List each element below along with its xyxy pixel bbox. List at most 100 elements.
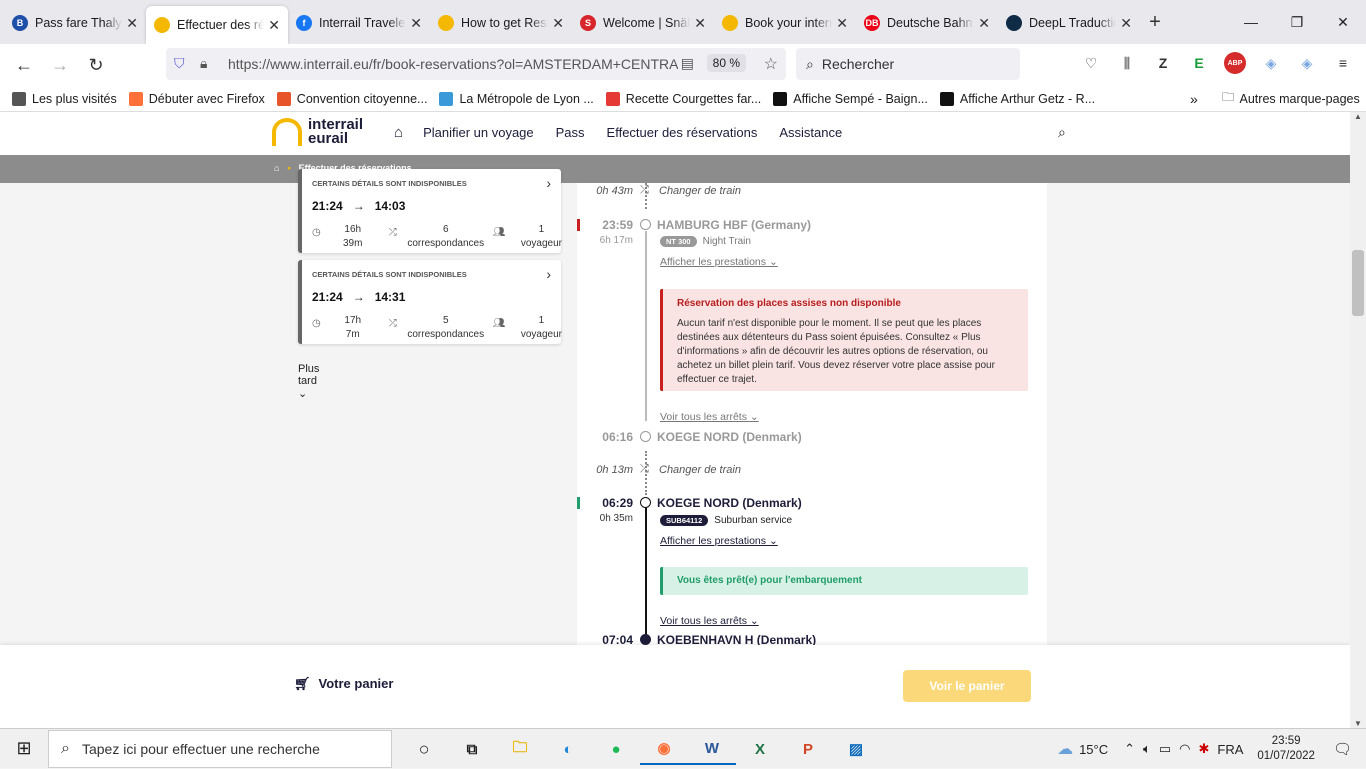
- tab-close-icon[interactable]: ✕: [836, 15, 848, 32]
- bookmark-item[interactable]: Affiche Arthur Getz - R...: [939, 91, 1095, 106]
- scroll-down-icon[interactable]: ▼: [1350, 719, 1366, 728]
- photos-icon[interactable]: ▨: [832, 733, 880, 765]
- browser-tab[interactable]: DB Deutsche Bahn: I ✕: [856, 5, 998, 41]
- bookmark-item[interactable]: La Métropole de Lyon ...: [439, 91, 594, 106]
- scroll-up-icon[interactable]: ▲: [1350, 112, 1366, 121]
- tab-close-icon[interactable]: ✕: [978, 15, 990, 32]
- spotify-icon[interactable]: ●: [592, 733, 640, 765]
- reader-view-icon[interactable]: ▤: [681, 55, 694, 72]
- back-icon[interactable]: ←: [6, 55, 42, 76]
- browser-tab[interactable]: f Interrail Travelers ✕: [288, 5, 430, 41]
- zotero-icon[interactable]: Z: [1152, 52, 1174, 74]
- browser-tab[interactable]: S Welcome | Snälltå✕: [572, 5, 714, 41]
- chevron-up-icon[interactable]: ⌃: [1124, 741, 1135, 757]
- minimize-icon[interactable]: —: [1228, 0, 1274, 44]
- wifi-icon[interactable]: ◠: [1179, 741, 1190, 757]
- scrollbar-thumb[interactable]: [1352, 250, 1364, 316]
- tab-close-icon[interactable]: ✕: [1120, 15, 1132, 32]
- other-bookmarks[interactable]: 🗀︎ Autres marque-pages: [1222, 88, 1360, 109]
- browser-tab[interactable]: B Pass fare Thalys ✕: [4, 5, 146, 41]
- view-cart-button[interactable]: Voir le panier: [903, 670, 1031, 702]
- word-icon[interactable]: W: [688, 733, 736, 765]
- page-scrollbar[interactable]: ▲ ▼: [1350, 112, 1366, 728]
- menu-item-assistance[interactable]: Assistance: [779, 125, 842, 140]
- cortana-icon[interactable]: ○: [400, 733, 448, 765]
- browser-tab[interactable]: How to get Rese ✕: [430, 5, 572, 41]
- bookmark-item[interactable]: Recette Courgettes far...: [605, 91, 762, 106]
- extension-drop-icon[interactable]: ◈: [1260, 52, 1282, 74]
- shield-icon[interactable]: ⛉: [174, 55, 185, 72]
- breadcrumb-home-icon[interactable]: ⌂: [274, 163, 279, 173]
- tab-close-icon[interactable]: ✕: [268, 17, 280, 34]
- bookmark-item[interactable]: Débuter avec Firefox: [128, 91, 265, 106]
- reload-icon[interactable]: ↻: [78, 55, 114, 76]
- browser-tab[interactable]: Book your intern ✕: [714, 5, 856, 41]
- tab-close-icon[interactable]: ✕: [126, 15, 138, 32]
- travellers-label: voyageur: [520, 329, 562, 340]
- powerpoint-icon[interactable]: P: [784, 733, 832, 765]
- file-explorer-icon[interactable]: 🗀︎: [496, 733, 544, 765]
- bookmark-item[interactable]: Convention citoyenne...: [276, 91, 427, 106]
- browser-tab[interactable]: DeepL Traduction ✕: [998, 5, 1140, 41]
- show-services-link[interactable]: Afficher les prestations ⌄: [660, 256, 778, 268]
- zoom-level[interactable]: 80 %: [706, 54, 746, 72]
- library-icon[interactable]: ⫼: [1116, 52, 1138, 74]
- bookmark-item[interactable]: Les plus visités: [12, 91, 117, 106]
- notification-app-icon[interactable]: ✱: [1198, 741, 1209, 757]
- bookmark-label: Recette Courgettes far...: [625, 91, 762, 106]
- menu-item-plan[interactable]: Planifier un voyage: [423, 125, 534, 140]
- bookmark-item[interactable]: Affiche Sempé - Baign...: [773, 91, 928, 106]
- all-stops-link[interactable]: Voir tous les arrêts ⌄: [660, 615, 759, 627]
- home-icon[interactable]: ⌂: [394, 124, 403, 141]
- menu-item-pass[interactable]: Pass: [556, 125, 585, 140]
- search-input[interactable]: ⌕ Rechercher: [796, 48, 1020, 80]
- cart-summary[interactable]: 🛒︎ Votre panier: [294, 676, 393, 692]
- lock-icon[interactable]: 🔒︎: [200, 55, 207, 72]
- menu-icon[interactable]: ≡: [1332, 52, 1354, 74]
- edge-icon[interactable]: ◐: [544, 733, 592, 765]
- close-icon[interactable]: ✕: [1320, 0, 1366, 44]
- menu-item-reservations[interactable]: Effectuer des réservations: [607, 125, 758, 140]
- url-bar[interactable]: ⛉ 🔒︎ https://www.interrail.eu/fr/book-re…: [166, 48, 786, 80]
- battery-icon[interactable]: ▭: [1159, 741, 1171, 757]
- excel-icon[interactable]: X: [736, 733, 784, 765]
- tab-close-icon[interactable]: ✕: [410, 15, 422, 32]
- windows-start-icon[interactable]: ⊞: [0, 738, 48, 759]
- restore-icon[interactable]: ❐: [1274, 0, 1320, 44]
- firefox-icon[interactable]: ◉: [640, 733, 688, 765]
- chevron-right-icon[interactable]: ›: [546, 266, 551, 282]
- site-logo[interactable]: interrail eurail: [272, 117, 363, 146]
- language-indicator[interactable]: FRA: [1217, 742, 1243, 757]
- more-bookmarks-icon[interactable]: »: [1190, 91, 1198, 107]
- chevron-right-icon[interactable]: ›: [546, 175, 551, 191]
- extension-e-icon[interactable]: E: [1188, 52, 1210, 74]
- task-view-icon[interactable]: ⧉: [448, 733, 496, 765]
- result-card[interactable]: CERTAINS DÉTAILS SONT INDISPONIBLES › 21…: [298, 169, 562, 253]
- volume-icon[interactable]: 🔈︎: [1143, 741, 1151, 757]
- result-card[interactable]: CERTAINS DÉTAILS SONT INDISPONIBLES › 21…: [298, 260, 562, 344]
- later-button[interactable]: Plus tard ⌄: [298, 363, 319, 400]
- clock[interactable]: 23:59 01/07/2022: [1257, 734, 1315, 764]
- duration-minutes: 39m: [343, 238, 363, 249]
- show-services-link[interactable]: Afficher les prestations ⌄: [660, 535, 778, 547]
- adblock-icon[interactable]: ABP: [1224, 52, 1246, 74]
- all-stops-link[interactable]: Voir tous les arrêts ⌄: [660, 411, 759, 423]
- notifications-icon[interactable]: 🗨︎: [1333, 740, 1352, 758]
- new-tab-button[interactable]: +: [1140, 11, 1170, 34]
- connections-count: 5: [442, 315, 449, 326]
- tab-close-icon[interactable]: ✕: [552, 15, 564, 32]
- url-text[interactable]: https://www.interrail.eu/fr/book-reserva…: [228, 56, 678, 72]
- stop-dot: [640, 634, 651, 645]
- tab-close-icon[interactable]: ✕: [694, 15, 706, 32]
- stop-circle: [640, 431, 651, 442]
- site-search-icon[interactable]: ⌕: [1058, 124, 1066, 141]
- extension-drop2-icon[interactable]: ◈: [1296, 52, 1318, 74]
- browser-tab[interactable]: Effectuer des rés ✕: [146, 6, 288, 44]
- weather-cloud-icon[interactable]: ☁: [1057, 739, 1073, 759]
- forward-icon[interactable]: →: [42, 55, 78, 76]
- pocket-icon[interactable]: ♡: [1080, 52, 1102, 74]
- weather-temp[interactable]: 15°C: [1079, 742, 1108, 757]
- bookmark-star-icon[interactable]: ☆: [764, 54, 778, 74]
- stop-time: 06:29: [602, 496, 633, 510]
- taskbar-search[interactable]: ⌕ Tapez ici pour effectuer une recherche: [48, 730, 392, 768]
